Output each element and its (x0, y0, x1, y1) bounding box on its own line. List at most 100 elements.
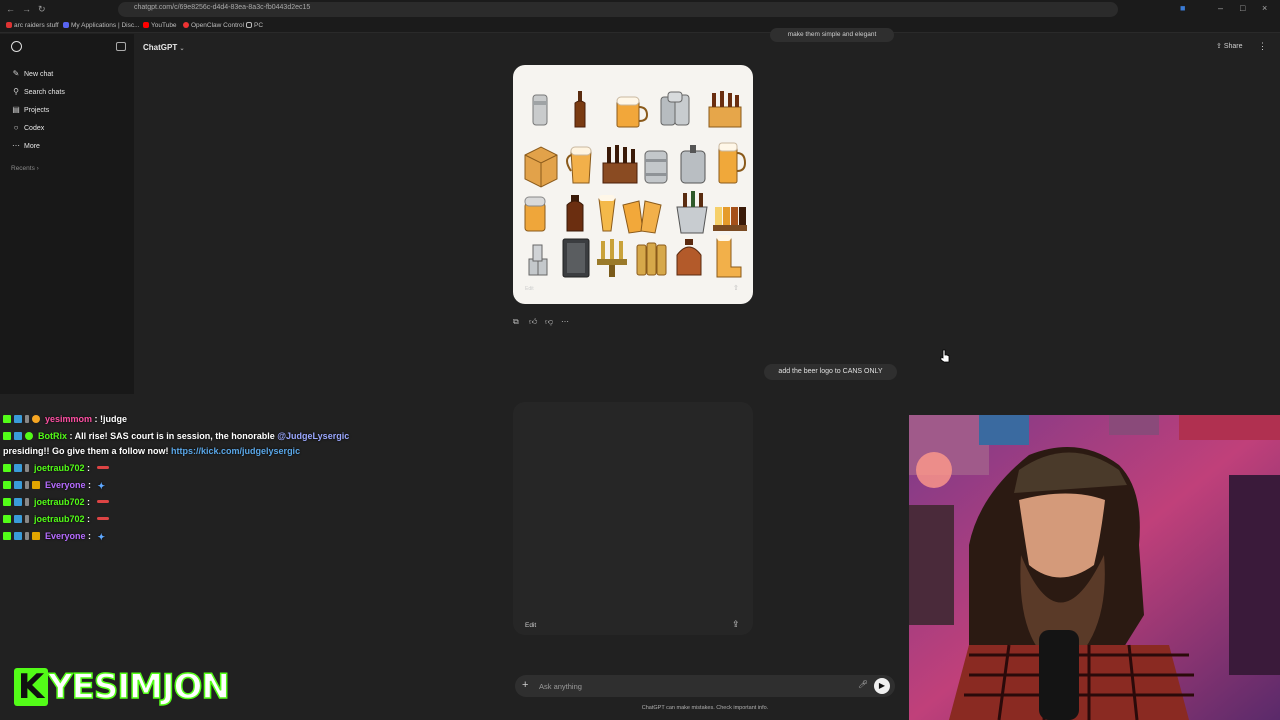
subscriber-badge-icon (14, 415, 22, 423)
boot-glass-icon (716, 235, 742, 278)
kick-badge-icon (3, 481, 11, 489)
minimize-icon[interactable]: – (1218, 3, 1223, 13)
download-icon[interactable]: ⇧ (733, 284, 739, 292)
share-icon: ⇪ (1216, 43, 1222, 50)
subscriber-badge-icon (14, 515, 22, 523)
bookmark-openclaw[interactable]: OpenClaw Control (183, 22, 244, 29)
box-icon (524, 146, 558, 188)
bookmarks-bar: arc raiders stuff My Applications | Disc… (0, 19, 1280, 33)
sidebar: ✎ New chat ⚲ Search chats ▤ Projects ○ C… (0, 34, 134, 394)
og-badge-icon (32, 415, 40, 423)
kick-badge-icon (3, 515, 11, 523)
kick-badge-icon (3, 464, 11, 472)
chevron-down-icon: ⌄ (179, 46, 185, 52)
thumbs-down-icon[interactable]: 👎︎ (545, 317, 553, 327)
streamer-name: YESIMJON (47, 667, 230, 707)
browser-toolbar: ← → ↻ chatgpt.com/c/69e8256c-d4d4-83ea-8… (0, 0, 1280, 19)
thumbs-up-icon[interactable]: 👍︎ (529, 317, 537, 327)
pitcher-icon (566, 146, 592, 184)
forward-icon[interactable]: → (22, 4, 31, 14)
bookmark-arc-raiders[interactable]: arc raiders stuff (6, 22, 59, 29)
folder-icon (246, 22, 252, 28)
tall-glass-icon (718, 142, 747, 184)
subscriber-badge-icon (14, 432, 22, 440)
image-edit-label[interactable]: Edit (525, 286, 534, 292)
six-pack-icon (708, 91, 742, 128)
codex-icon: ○ (13, 123, 19, 132)
composer-input[interactable]: Ask anything (539, 682, 582, 691)
search-icon: ⚲ (13, 87, 19, 96)
bookmark-icon (6, 22, 12, 28)
recents-header[interactable]: Recents › (11, 165, 39, 172)
sidebar-item-codex[interactable]: ○ Codex (8, 121, 126, 137)
sidebar-item-more[interactable]: ⋯ More (8, 139, 126, 155)
sidebar-toggle-icon[interactable] (116, 42, 126, 51)
keg-icon (644, 150, 668, 184)
kick-badge-icon (3, 532, 11, 540)
new-chat-icon: ✎ (12, 69, 20, 78)
plus-icon[interactable]: + (522, 679, 528, 691)
cheers-icon (622, 200, 662, 234)
fridge-icon (562, 238, 590, 278)
emote-icon (96, 500, 109, 503)
chat-message-continuation: presiding!! Go give them a follow now! h… (3, 446, 301, 456)
keg-tap-icon (680, 145, 706, 184)
chat-message: joetraub702 : (3, 463, 109, 473)
youtube-icon (143, 22, 149, 28)
subscriber-badge-icon (14, 498, 22, 506)
discord-icon (63, 22, 69, 28)
kick-badge-icon (3, 415, 11, 423)
stream-chat-overlay: yesimmom : !judge BotRix : All rise! SAS… (0, 410, 440, 550)
image-generating-placeholder: Edit ⇪ (513, 402, 753, 635)
sidebar-item-projects[interactable]: ▤ Projects (8, 103, 126, 119)
can-icon (532, 94, 548, 126)
disclaimer: ChatGPT can make mistakes. Check importa… (641, 705, 769, 711)
reload-icon[interactable]: ↻ (38, 4, 46, 15)
fermenters-icon (636, 242, 667, 276)
bookmark-pc[interactable]: PC (246, 22, 263, 29)
model-selector[interactable]: ChatGPT ⌄ (143, 43, 185, 52)
crate-icon (602, 145, 638, 184)
pending-image-edit-button[interactable]: Edit (525, 622, 536, 629)
voice-mode-button[interactable]: ▶ (874, 678, 890, 694)
composer[interactable]: + Ask anything 🎤︎ ▶ (515, 675, 895, 697)
folder-icon: ▤ (12, 105, 20, 114)
extension-icon[interactable]: ■ (1180, 3, 1185, 13)
generated-image[interactable]: Edit ⇧ (513, 65, 753, 304)
url-text: chatgpt.com/c/69e8256c-d4d4-83ea-8a3c-fb… (134, 4, 311, 11)
stacked-cans-icon (528, 244, 548, 276)
emote-icon: ✦ (97, 481, 106, 491)
emote-icon (96, 517, 109, 520)
gift-badge-icon (25, 498, 29, 506)
close-icon[interactable]: × (1262, 3, 1267, 13)
gift-badge-icon (25, 415, 29, 423)
gift-badge-icon (25, 464, 29, 472)
back-icon[interactable]: ← (6, 4, 15, 14)
kick-badge-icon (3, 498, 11, 506)
share-button[interactable]: ⇪ Share (1216, 42, 1243, 50)
copy-icon[interactable]: ⧉ (513, 317, 519, 327)
bucket-icon (676, 191, 708, 234)
chat-message: yesimmom : !judge (3, 414, 127, 424)
maximize-icon[interactable]: □ (1240, 3, 1245, 13)
emote-icon (96, 466, 109, 469)
bookmark-youtube[interactable]: YouTube (143, 22, 177, 29)
crown-badge-icon (32, 481, 40, 489)
more-actions-icon[interactable]: ⋯ (561, 317, 569, 326)
gift-badge-icon (25, 481, 29, 489)
flight-icon (713, 207, 747, 231)
microphone-icon[interactable]: 🎤︎ (858, 680, 868, 689)
openai-logo-icon[interactable] (11, 41, 22, 52)
kegs-icon (660, 91, 690, 126)
address-bar[interactable]: chatgpt.com/c/69e8256c-d4d4-83ea-8a3c-fb… (118, 2, 1118, 17)
mug-icon (616, 96, 649, 128)
sidebar-item-new-chat[interactable]: ✎ New chat (8, 67, 126, 83)
subscriber-badge-icon (14, 481, 22, 489)
gift-badge-icon (25, 532, 29, 540)
growler-icon (566, 195, 584, 232)
conversation-options-icon[interactable]: ⋮ (1258, 41, 1267, 52)
pending-download-icon[interactable]: ⇪ (732, 619, 740, 630)
chat-message: Everyone : ✦ (3, 480, 107, 491)
sidebar-item-search-chats[interactable]: ⚲ Search chats (8, 85, 126, 101)
bookmark-my-applications[interactable]: My Applications | Disc... (63, 22, 140, 29)
